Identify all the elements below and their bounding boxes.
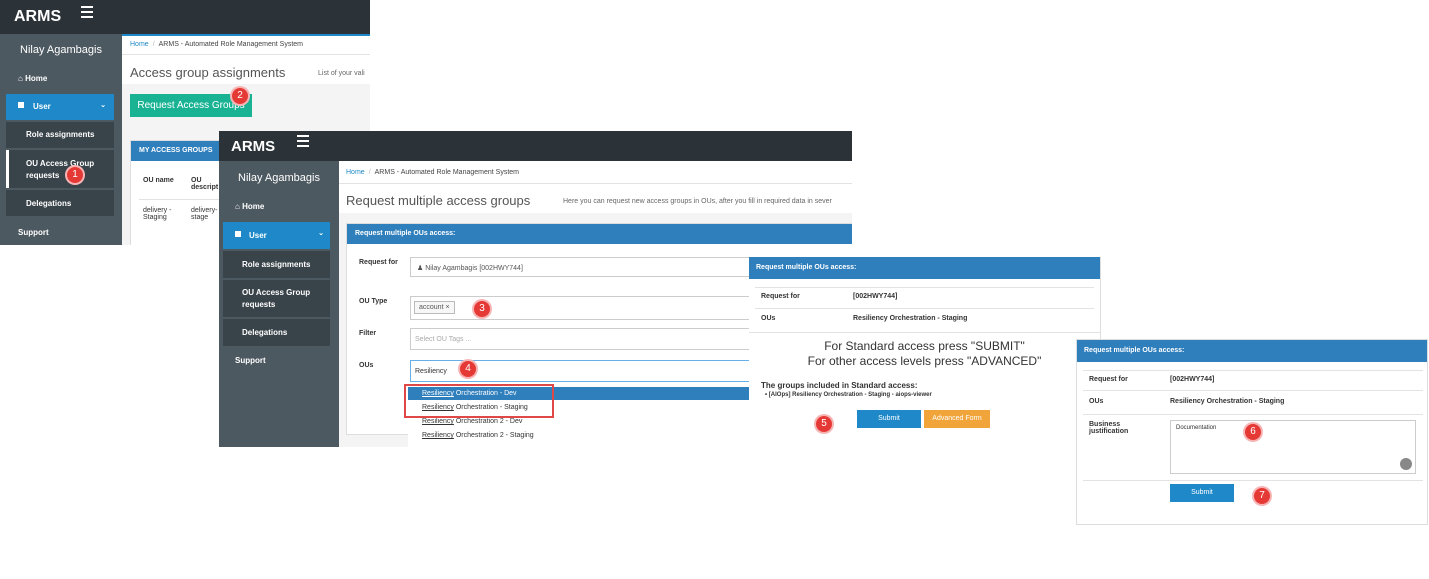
page-title: Access group assignments xyxy=(130,65,286,80)
sidebar: Nilay Agambagis ⌂ Home User ⌄ Role assig… xyxy=(0,34,122,245)
app-logo: ARMS xyxy=(231,138,276,155)
screenshot-standard-access: Request multiple OUs access: Request for… xyxy=(749,257,1101,447)
page-title: Request multiple access groups xyxy=(346,193,531,208)
divider xyxy=(1083,390,1423,391)
user-name: Nilay Agambagis xyxy=(20,44,102,56)
step-badge-1: 1 xyxy=(67,167,83,183)
submit-button[interactable]: Submit xyxy=(1170,484,1234,502)
submit-button[interactable]: Submit xyxy=(857,410,921,428)
user-icon xyxy=(235,231,241,237)
standard-access-instruction: For Standard access press "SUBMIT" xyxy=(824,339,1025,353)
request-for-label: Request for xyxy=(359,259,398,266)
business-justification-label: Business justification xyxy=(1089,421,1129,435)
ous-label: OUs xyxy=(1089,398,1104,405)
filter-label: Filter xyxy=(359,330,377,337)
breadcrumb-home[interactable]: Home xyxy=(346,169,365,176)
user-icon: ♟ xyxy=(417,265,424,272)
breadcrumb-current: ARMS - Automated Role Management System xyxy=(158,41,303,48)
divider xyxy=(1083,370,1423,371)
panel-title: Request multiple OUs access: xyxy=(749,257,1100,279)
sidebar-item-role-assignments[interactable]: Role assignments xyxy=(223,251,330,278)
sidebar-item-delegations[interactable]: Delegations xyxy=(223,319,330,346)
breadcrumb-current: ARMS - Automated Role Management System xyxy=(374,169,519,176)
divider xyxy=(122,54,370,55)
sidebar-item-user[interactable]: User ⌄ xyxy=(6,94,114,120)
menu-icon[interactable] xyxy=(297,135,309,150)
chevron-down-icon: ⌄ xyxy=(100,102,106,109)
business-justification-textarea[interactable]: Documentation xyxy=(1170,420,1416,474)
divider xyxy=(1083,414,1423,415)
step-badge-7: 7 xyxy=(1254,488,1270,504)
divider xyxy=(755,308,1094,309)
table-cell-ou-name: delivery - Staging xyxy=(143,207,172,221)
column-header-ou-name: OU name xyxy=(143,177,174,184)
menu-icon[interactable] xyxy=(81,6,93,21)
home-icon: ⌂ xyxy=(235,202,240,211)
close-icon[interactable]: × xyxy=(445,304,449,311)
groups-heading: The groups included in Standard access: xyxy=(761,381,918,390)
divider xyxy=(339,183,852,184)
advanced-access-instruction: For other access levels press "ADVANCED" xyxy=(807,354,1042,368)
sidebar-item-delegations[interactable]: Delegations xyxy=(6,190,114,216)
step-badge-5: 5 xyxy=(816,416,832,432)
group-item: • [AIOps] Resiliency Orchestration - Sta… xyxy=(765,392,932,398)
sidebar-item-role-assignments[interactable]: Role assignments xyxy=(6,122,114,148)
divider xyxy=(1083,480,1423,481)
divider xyxy=(755,287,1094,288)
app-logo: ARMS xyxy=(14,8,62,25)
highlight-box xyxy=(404,384,554,418)
page-subtitle: Here you can request new access groups i… xyxy=(563,198,832,205)
column-header-ou-description: OU descript xyxy=(191,177,219,191)
page-subtitle: List of your vali xyxy=(318,70,365,77)
request-for-value: [002HWY744] xyxy=(853,293,898,300)
advanced-form-button[interactable]: Advanced Form xyxy=(924,410,990,428)
sidebar-item-home[interactable]: ⌂ Home xyxy=(18,74,47,83)
ous-label: OUs xyxy=(359,362,374,369)
home-icon: ⌂ xyxy=(18,74,23,83)
panel-title: Request multiple OUs access: xyxy=(1077,340,1427,362)
sidebar: Nilay Agambagis ⌂ Home User ⌄ Role assig… xyxy=(219,161,339,447)
step-badge-2: 2 xyxy=(232,88,248,104)
divider xyxy=(749,332,1100,333)
ous-label: OUs xyxy=(761,315,776,322)
ous-value: Resiliency Orchestration - Staging xyxy=(853,315,968,322)
breadcrumb: Home / ARMS - Automated Role Management Sy… xyxy=(130,41,303,48)
request-for-value: [002HWY744] xyxy=(1170,376,1215,383)
ou-type-tag[interactable]: account × xyxy=(414,301,455,314)
top-bar: ARMS xyxy=(0,0,370,34)
panel-title: Request multiple OUs access: xyxy=(347,224,852,244)
step-badge-6: 6 xyxy=(1245,424,1261,440)
top-bar: ARMS xyxy=(219,131,852,161)
sidebar-item-support[interactable]: Support xyxy=(235,356,266,365)
table-cell-ou-description: delivery- stage xyxy=(191,207,218,221)
ous-value: Resiliency Orchestration - Staging xyxy=(1170,398,1285,405)
sidebar-item-ou-access-group-requests[interactable]: OU Access Group requests xyxy=(6,150,114,188)
step-badge-3: 3 xyxy=(474,301,490,317)
sidebar-item-home[interactable]: ⌂ Home xyxy=(235,202,264,211)
sidebar-item-support[interactable]: Support xyxy=(18,228,49,237)
keyboard-icon[interactable] xyxy=(1400,458,1412,470)
breadcrumb-home[interactable]: Home xyxy=(130,41,149,48)
sidebar-item-ou-access-group-requests[interactable]: OU Access Group requests xyxy=(223,280,330,317)
user-name: Nilay Agambagis xyxy=(238,172,320,184)
request-for-label: Request for xyxy=(761,293,800,300)
ou-type-label: OU Type xyxy=(359,298,388,305)
sidebar-item-user[interactable]: User ⌄ xyxy=(223,222,330,249)
request-for-label: Request for xyxy=(1089,376,1128,383)
top-accent xyxy=(122,34,370,36)
chevron-down-icon: ⌄ xyxy=(318,230,324,237)
breadcrumb: Home / ARMS - Automated Role Management Sy… xyxy=(346,169,519,176)
user-icon xyxy=(18,102,24,108)
step-badge-4: 4 xyxy=(460,361,476,377)
